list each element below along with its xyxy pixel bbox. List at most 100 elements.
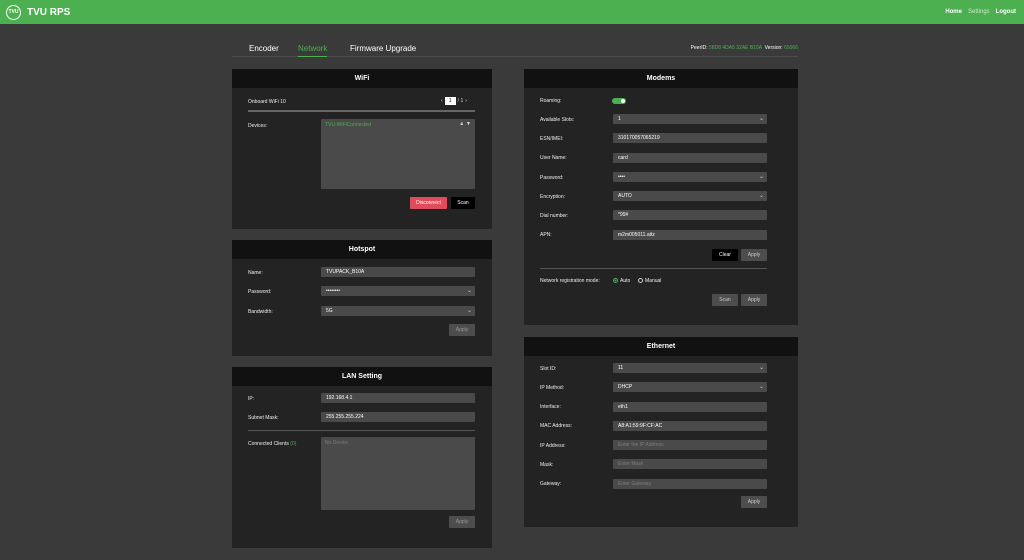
esn-label: ESN/IMEI: xyxy=(540,136,564,142)
manual-radio[interactable] xyxy=(638,278,643,283)
ip-method-select[interactable]: DHCP ⌄ xyxy=(613,382,767,392)
registration-mode-label: Network registration mode: xyxy=(540,278,600,284)
ethernet-apply-button[interactable]: Apply xyxy=(741,496,767,508)
mask-input[interactable]: Enter Mask xyxy=(613,459,767,469)
wifi-title: WiFi xyxy=(232,69,492,88)
slots-value: 1 xyxy=(618,116,621,122)
ip-method-value: DHCP xyxy=(618,384,633,390)
chevron-down-icon: ⌄ xyxy=(466,308,472,314)
hotspot-name-label: Name: xyxy=(248,270,263,276)
wifi-signal-icon: ▼ xyxy=(466,121,471,127)
hotspot-apply-button[interactable]: Apply xyxy=(449,324,475,336)
ip-address-input[interactable]: Enter the IP Address xyxy=(613,440,767,450)
peer-info: PeerID: 58D8 4DA5 32AE B10A Version: 650… xyxy=(691,45,798,51)
dial-number-label: Dial number: xyxy=(540,213,569,219)
registration-apply-button[interactable]: Apply xyxy=(741,294,767,306)
interface-label: Interface: xyxy=(540,404,561,410)
clients-count: (0) xyxy=(290,441,297,447)
connected-clients-label: Connected Clients (0) xyxy=(248,441,296,447)
tvu-logo-icon: TVU xyxy=(6,4,21,20)
mask-label: Mask: xyxy=(540,462,554,468)
devices-label: Devices: xyxy=(248,123,268,129)
hotspot-name-input[interactable]: TVUPACK_B10A xyxy=(321,267,475,277)
chevron-down-icon: ⌄ xyxy=(758,193,764,199)
subnet-mask-label: Subnet Mask: xyxy=(248,415,279,421)
nav-home[interactable]: Home xyxy=(945,9,962,15)
scan-button[interactable]: Scan xyxy=(451,197,475,209)
prev-page-icon[interactable]: ‹ xyxy=(441,98,443,104)
devices-list[interactable]: TVU-WiFiConnected 🔒︎ ▼ xyxy=(321,119,475,189)
auto-radio[interactable] xyxy=(613,278,618,283)
peer-id-value: 58D8 4DA5 32AE B10A xyxy=(709,45,762,51)
version-label: Version: xyxy=(764,45,783,51)
auto-label: Auto xyxy=(620,278,631,284)
chevron-down-icon: ⌄ xyxy=(758,384,764,390)
ethernet-title: Ethernet xyxy=(524,337,798,356)
subnet-mask-input[interactable]: 255.255.255.224 xyxy=(321,412,475,422)
page-total: / 1 xyxy=(457,98,464,104)
clients-list: No Device xyxy=(321,437,475,510)
nav-settings[interactable]: Settings xyxy=(968,9,990,15)
bandwidth-label: Bandwidth: xyxy=(248,309,273,315)
mac-address-label: MAC Address: xyxy=(540,423,572,429)
clear-button[interactable]: Clear xyxy=(712,249,738,261)
roaming-toggle[interactable] xyxy=(612,98,626,104)
modems-apply-button[interactable]: Apply xyxy=(741,249,767,261)
encryption-select[interactable]: AUTO ⌄ xyxy=(613,191,767,201)
peer-id-label: PeerID: xyxy=(690,45,708,51)
wifi-pager: ‹ 1 / 1 › xyxy=(441,97,467,105)
chevron-down-icon: ⌄ xyxy=(758,116,764,122)
encryption-label: Encryption: xyxy=(540,194,566,200)
dial-number-input[interactable]: *99# xyxy=(613,210,767,220)
tab-encoder[interactable]: Encoder xyxy=(249,44,279,53)
hotspot-password-input[interactable]: •••••••• ⌄ xyxy=(321,286,475,296)
hotspot-title: Hotspot xyxy=(232,240,492,259)
esn-input[interactable]: 310170057065219 xyxy=(613,133,767,143)
modem-password-value: •••• xyxy=(618,174,626,180)
nav-logout[interactable]: Logout xyxy=(996,9,1016,15)
lan-ip-input[interactable]: 192.168.4.1 xyxy=(321,393,475,403)
tab-bar: Encoder Network Firmware Upgrade PeerID:… xyxy=(232,41,798,57)
manual-label: Manual xyxy=(645,278,662,284)
encryption-value: AUTO xyxy=(618,193,632,199)
slot-id-value: 11 xyxy=(618,365,624,371)
modems-panel: Modems Roaming: Available Slots: 1 ⌄ ESN/… xyxy=(524,69,798,325)
top-bar: TVU TVU RPS Home Settings Logout xyxy=(0,0,1024,24)
onboard-wifi-label: Onboard WiFi 10 xyxy=(248,99,286,105)
modems-title: Modems xyxy=(524,69,798,88)
page-input[interactable]: 1 xyxy=(444,97,456,105)
top-nav: Home Settings Logout xyxy=(945,0,1016,24)
bandwidth-select[interactable]: 5G ⌄ xyxy=(321,306,475,316)
apn-input[interactable]: m2m005011.attz xyxy=(613,230,767,240)
bandwidth-value: 5G xyxy=(326,308,333,314)
ip-address-label: IP Address: xyxy=(540,443,566,449)
divider xyxy=(248,430,475,431)
available-slots-label: Available Slots: xyxy=(540,117,575,123)
clients-label-text: Connected Clients xyxy=(248,441,289,447)
mac-address-input[interactable]: A8:A1:59:9F:CF:AC xyxy=(613,421,767,431)
device-item[interactable]: TVU-WiFiConnected xyxy=(325,122,371,128)
chevron-down-icon: ⌄ xyxy=(758,174,764,180)
disconnect-button[interactable]: Disconnect xyxy=(410,197,447,209)
hotspot-password-label: Password: xyxy=(248,289,272,295)
lock-icon: 🔒︎ xyxy=(460,121,463,127)
divider xyxy=(540,268,767,269)
modem-password-input[interactable]: •••• ⌄ xyxy=(613,172,767,182)
chevron-down-icon: ⌄ xyxy=(466,288,472,294)
slots-select[interactable]: 1 ⌄ xyxy=(613,114,767,124)
interface-input[interactable]: eth1 xyxy=(613,402,767,412)
slot-id-select[interactable]: 11 ⌄ xyxy=(613,363,767,373)
roaming-label: Roaming: xyxy=(540,98,562,104)
wifi-panel: WiFi Onboard WiFi 10 ‹ 1 / 1 › Devices: … xyxy=(232,69,492,229)
gateway-input[interactable]: Enter Gateway xyxy=(613,479,767,489)
lan-title: LAN Setting xyxy=(232,367,492,386)
lan-apply-button[interactable]: Apply xyxy=(449,516,475,528)
modems-scan-button[interactable]: Scan xyxy=(712,294,738,306)
next-page-icon[interactable]: › xyxy=(465,98,467,104)
apn-label: APN: xyxy=(540,232,552,238)
tab-firmware-upgrade[interactable]: Firmware Upgrade xyxy=(350,44,416,53)
tab-network[interactable]: Network xyxy=(298,44,328,57)
hotspot-panel: Hotspot Name: TVUPACK_B10A Password: •••… xyxy=(232,240,492,356)
username-input[interactable]: card xyxy=(613,153,767,163)
slot-id-label: Slot ID: xyxy=(540,366,557,372)
